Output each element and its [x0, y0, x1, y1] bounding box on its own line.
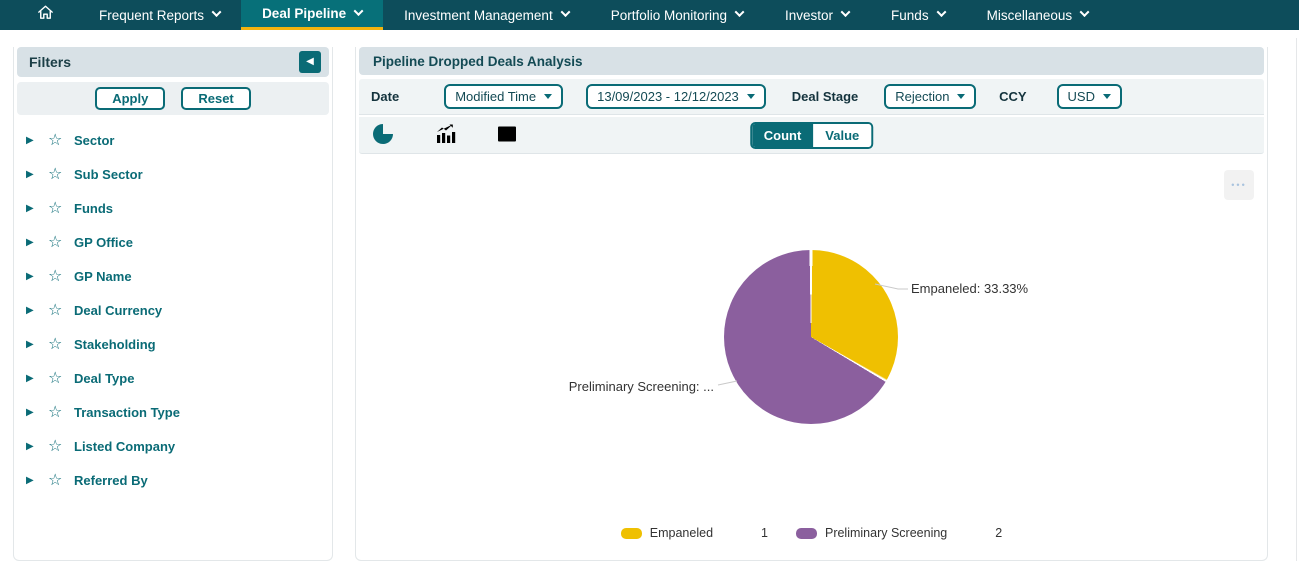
expand-triangle-icon[interactable]: ▶ [26, 373, 38, 384]
report-header: Pipeline Dropped Deals Analysis [359, 47, 1264, 75]
home-button[interactable] [22, 0, 68, 30]
deal-stage-label: Deal Stage [791, 89, 859, 104]
nav-item-funds[interactable]: Funds [870, 0, 966, 30]
value-toggle-button[interactable]: Value [813, 123, 872, 147]
filter-item-sub-sector[interactable]: ▶ ☆ Sub Sector [14, 157, 332, 191]
chevron-down-icon [840, 7, 851, 18]
nav-item-investment-management[interactable]: Investment Management [383, 0, 590, 30]
ccy-dropdown[interactable]: USD [1056, 84, 1122, 109]
bar-chart-view-button[interactable] [433, 123, 457, 147]
favorite-star-icon[interactable]: ☆ [48, 368, 74, 388]
count-value-toggle: Count Value [749, 121, 874, 149]
filter-item-gp-office[interactable]: ▶ ☆ GP Office [14, 225, 332, 259]
report-title: Pipeline Dropped Deals Analysis [373, 53, 583, 69]
pie-label-preliminary-screening: Preliminary Screening: ... [568, 379, 714, 394]
date-label: Date [371, 89, 400, 104]
legend-swatch [795, 527, 817, 539]
date-type-dropdown[interactable]: Modified Time [444, 84, 564, 109]
chart-controls: Count Value [359, 117, 1264, 154]
chevron-down-icon [211, 7, 222, 18]
caret-down-icon [1103, 94, 1111, 99]
favorite-star-icon[interactable]: ☆ [48, 232, 74, 252]
ccy-label: CCY [999, 89, 1027, 104]
caret-down-icon [957, 94, 966, 99]
filter-item-listed-company[interactable]: ▶ ☆ Listed Company [14, 429, 332, 463]
filter-item-sector[interactable]: ▶ ☆ Sector [14, 123, 332, 157]
table-view-button[interactable] [495, 123, 519, 147]
pie-chart-view-button[interactable] [371, 123, 395, 147]
favorite-star-icon[interactable]: ☆ [48, 334, 74, 354]
count-toggle-button[interactable]: Count [751, 123, 814, 147]
caret-down-icon [544, 94, 553, 99]
filter-item-referred-by[interactable]: ▶ ☆ Referred By [14, 463, 332, 497]
expand-triangle-icon[interactable]: ▶ [26, 407, 38, 418]
filters-header: Filters ◀ [17, 47, 329, 77]
apply-button[interactable]: Apply [95, 87, 166, 110]
chevron-down-icon [734, 7, 745, 18]
collapse-filters-button[interactable]: ◀ [299, 51, 321, 73]
top-navbar: Frequent Reports Deal Pipeline Investmen… [0, 0, 1299, 30]
filter-list: ▶ ☆ Sector ▶ ☆ Sub Sector ▶ ☆ Funds ▶ ☆ … [14, 123, 332, 497]
pie-chart-area: ••• Empaneled: 33.33% Preliminary Screen… [356, 154, 1267, 557]
expand-triangle-icon[interactable]: ▶ [26, 339, 38, 350]
filter-item-stakeholding[interactable]: ▶ ☆ Stakeholding [14, 327, 332, 361]
filters-panel: Filters ◀ Apply Reset ▶ ☆ Sector ▶ ☆ Sub… [13, 47, 333, 561]
deal-stage-dropdown[interactable]: Rejection [884, 84, 977, 109]
filter-item-deal-currency[interactable]: ▶ ☆ Deal Currency [14, 293, 332, 327]
filter-item-funds[interactable]: ▶ ☆ Funds [14, 191, 332, 225]
filters-title: Filters [29, 54, 72, 70]
expand-triangle-icon[interactable]: ▶ [26, 271, 38, 282]
pie-chart-icon [372, 123, 394, 148]
report-toolbar: Date Modified Time 13/09/2023 - 12/12/20… [359, 79, 1264, 115]
nav-item-deal-pipeline[interactable]: Deal Pipeline [241, 0, 384, 30]
bar-chart-icon [433, 123, 457, 148]
filter-item-transaction-type[interactable]: ▶ ☆ Transaction Type [14, 395, 332, 429]
filters-actions: Apply Reset [17, 82, 329, 115]
report-panel: Pipeline Dropped Deals Analysis Date Mod… [355, 47, 1268, 561]
chevron-down-icon [936, 7, 947, 18]
favorite-star-icon[interactable]: ☆ [48, 266, 74, 286]
expand-triangle-icon[interactable]: ▶ [26, 237, 38, 248]
nav-item-investor[interactable]: Investor [764, 0, 870, 30]
favorite-star-icon[interactable]: ☆ [48, 470, 74, 490]
home-icon [36, 3, 55, 27]
favorite-star-icon[interactable]: ☆ [48, 198, 74, 218]
filter-item-gp-name[interactable]: ▶ ☆ GP Name [14, 259, 332, 293]
caret-down-icon [746, 94, 755, 99]
favorite-star-icon[interactable]: ☆ [48, 402, 74, 422]
more-options-button[interactable]: ••• [1224, 170, 1254, 200]
expand-triangle-icon[interactable]: ▶ [26, 203, 38, 214]
date-range-dropdown[interactable]: 13/09/2023 - 12/12/2023 [586, 84, 766, 109]
favorite-star-icon[interactable]: ☆ [48, 300, 74, 320]
expand-triangle-icon[interactable]: ▶ [26, 135, 38, 146]
nav-item-miscellaneous[interactable]: Miscellaneous [966, 0, 1110, 30]
legend-item-empaneled[interactable]: Empaneled 1 [620, 526, 768, 540]
favorite-star-icon[interactable]: ☆ [48, 130, 74, 150]
chevron-down-icon [1079, 7, 1090, 18]
page-edge-divider [1296, 38, 1297, 561]
expand-triangle-icon[interactable]: ▶ [26, 475, 38, 486]
pie-chart[interactable] [724, 250, 898, 424]
reset-button[interactable]: Reset [181, 87, 251, 110]
chevron-down-icon [353, 5, 364, 16]
chevron-left-icon: ◀ [306, 56, 314, 67]
nav-item-frequent-reports[interactable]: Frequent Reports [78, 0, 241, 30]
expand-triangle-icon[interactable]: ▶ [26, 169, 38, 180]
favorite-star-icon[interactable]: ☆ [48, 164, 74, 184]
expand-triangle-icon[interactable]: ▶ [26, 441, 38, 452]
pie-label-empaneled: Empaneled: 33.33% [911, 281, 1029, 296]
favorite-star-icon[interactable]: ☆ [48, 436, 74, 456]
filter-item-deal-type[interactable]: ▶ ☆ Deal Type [14, 361, 332, 395]
legend-item-preliminary-screening[interactable]: Preliminary Screening 2 [795, 526, 1002, 540]
legend-swatch [620, 527, 642, 539]
table-icon [496, 123, 518, 148]
chart-legend: Empaneled 1 Preliminary Screening 2 [356, 526, 1267, 540]
chevron-down-icon [560, 7, 571, 18]
nav-menu: Frequent Reports Deal Pipeline Investmen… [78, 0, 1109, 30]
expand-triangle-icon[interactable]: ▶ [26, 305, 38, 316]
nav-item-portfolio-monitoring[interactable]: Portfolio Monitoring [590, 0, 764, 30]
